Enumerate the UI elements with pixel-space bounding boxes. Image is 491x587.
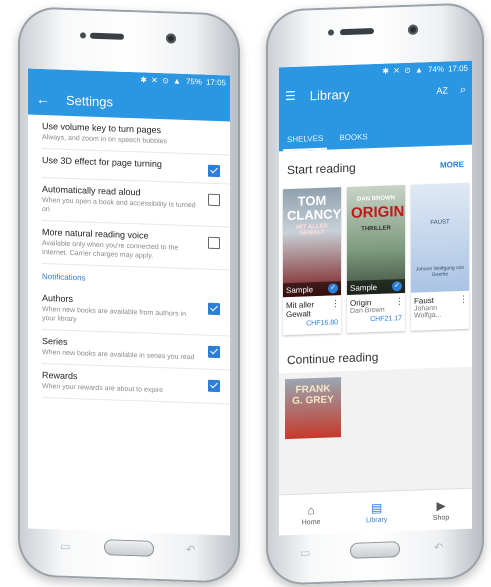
series-checkbox[interactable] [208,345,220,359]
setting-description: When you open a book and accessibility i… [42,196,196,214]
cover-subtitle: MIT ALLER GEWALT [296,223,328,237]
status-icons: ✱ ✕ ⊙ ▲ [140,74,182,86]
clock: 17:05 [205,77,226,87]
book-carousel: TOM CLANCY MIT ALLER GEWALT Sample ✓ Mit… [279,176,472,344]
back-arrow-icon[interactable]: ← [36,91,50,107]
cover-subtitle: Johann Wolfgang von Goethe [415,264,465,279]
library-icon: ▤ [370,500,383,515]
book-card[interactable]: TOM CLANCY MIT ALLER GEWALT Sample ✓ Mit… [283,187,341,336]
tab-shelves[interactable]: SHELVES [279,134,331,152]
clock: 17:05 [447,63,468,73]
left-phone: ✱ ✕ ⊙ ▲ 75% 17:05 ← Settings Use volume … [18,6,240,584]
home-button[interactable] [350,541,400,559]
search-icon[interactable]: ⌕ [460,83,466,96]
cover-title: FAUST [430,219,450,227]
recent-apps-key-icon[interactable]: ▭ [300,546,310,559]
page-title: Settings [66,92,113,109]
front-camera [408,24,418,35]
3d-effect-checkbox[interactable] [208,164,220,178]
tab-books[interactable]: BOOKS [331,132,375,150]
natural-voice-checkbox[interactable] [208,236,220,250]
front-camera [166,33,176,44]
book-price: CHF21.17 [370,315,402,324]
nav-label: Library [365,516,388,524]
rewards-checkbox[interactable] [208,379,220,393]
book-card[interactable]: FAUST Johann Wolfgang von Goethe Faust J… [411,182,469,331]
overflow-menu-icon[interactable]: ⋮ [331,298,340,309]
home-icon: ⌂ [307,502,315,517]
nav-label: Shop [432,513,450,522]
continue-reading-header: Continue reading [279,336,472,374]
nav-label: Home [301,518,321,527]
nav-shop[interactable]: ▶ Shop [432,498,450,522]
nav-library[interactable]: ▤ Library [366,500,387,524]
bottom-navigation: ⌂ Home ▤ Library ▶ Shop [279,487,472,536]
hamburger-menu-icon[interactable]: ☰ [285,89,296,103]
overflow-menu-icon[interactable]: ⋮ [459,294,468,305]
library-appbar: ✱ ✕ ⊙ ▲ 74% 17:05 ☰ Library AZ ⌕ SHELVES… [279,60,472,152]
sensor [328,29,334,36]
settings-screen: ✱ ✕ ⊙ ▲ 75% 17:05 ← Settings Use volume … [28,68,230,536]
book-cover[interactable]: FAUST Johann Wolfgang von Goethe [411,182,469,293]
recent-apps-key-icon[interactable]: ▭ [60,540,70,553]
authors-checkbox[interactable] [208,302,220,316]
earpiece [340,28,374,36]
page-title: Library [309,86,350,103]
setting-description: Available only when you're connected to … [42,239,179,260]
continue-reading-cover[interactable]: FRANK G. GREY [285,377,341,440]
downloaded-check-icon: ✓ [328,283,338,294]
nav-home[interactable]: ⌂ Home [302,502,321,526]
status-icons: ✱ ✕ ⊙ ▲ [382,64,424,76]
read-aloud-checkbox[interactable] [208,193,220,207]
sort-az-icon[interactable]: AZ [436,85,448,95]
setting-description: When new books are available from author… [42,305,186,324]
book-author: Johann Wolfga... [414,304,442,320]
back-key-icon[interactable]: ↶ [434,541,443,554]
book-cover[interactable]: TOM CLANCY MIT ALLER GEWALT Sample ✓ [283,187,341,298]
setting-authors[interactable]: Authors When new books are available fro… [42,286,230,337]
battery-level: 74% [427,64,444,74]
section-title: Start reading [287,160,356,178]
cover-subtitle: THRILLER [361,225,391,233]
setting-natural-voice[interactable]: More natural reading voice Available onl… [42,220,230,271]
library-screen: ✱ ✕ ⊙ ▲ 74% 17:05 ☰ Library AZ ⌕ SHELVES… [279,60,472,536]
earpiece [90,32,124,40]
section-title: Continue reading [287,349,379,368]
setting-read-aloud[interactable]: Automatically read aloud When you open a… [42,177,230,228]
home-button[interactable] [104,539,154,557]
battery-level: 75% [185,76,202,87]
overflow-menu-icon[interactable]: ⋮ [395,296,404,307]
more-link[interactable]: MORE [440,159,464,169]
sample-label: Sample [286,284,314,295]
settings-list: Use volume key to turn pages Always, and… [28,114,230,405]
cover-title: FRANK G. GREY [292,383,334,407]
shop-icon: ▶ [436,498,446,513]
book-author: Dan Brown [350,306,385,315]
downloaded-check-icon: ✓ [392,281,402,292]
sample-label: Sample [350,282,378,293]
right-phone: ✱ ✕ ⊙ ▲ 74% 17:05 ☰ Library AZ ⌕ SHELVES… [266,2,484,586]
book-card[interactable]: DAN BROWN ORIGIN THRILLER Sample ✓ Origi… [347,184,405,333]
back-key-icon[interactable]: ↶ [186,543,195,556]
library-tabs: SHELVES BOOKS [279,122,376,151]
cover-title: ORIGIN [351,202,405,222]
book-cover[interactable]: DAN BROWN ORIGIN THRILLER Sample ✓ [347,184,405,295]
settings-appbar: ✱ ✕ ⊙ ▲ 75% 17:05 ← Settings [28,68,230,122]
library-body: Start reading MORE TOM CLANCY MIT ALLER … [279,144,472,502]
setting-title: Use 3D effect for page turning [42,154,162,170]
sensor [80,32,86,39]
cover-author: TOM CLANCY [287,192,341,224]
book-price: CHF16.80 [306,319,338,328]
setting-rewards[interactable]: Rewards When your rewards are about to e… [42,363,230,405]
